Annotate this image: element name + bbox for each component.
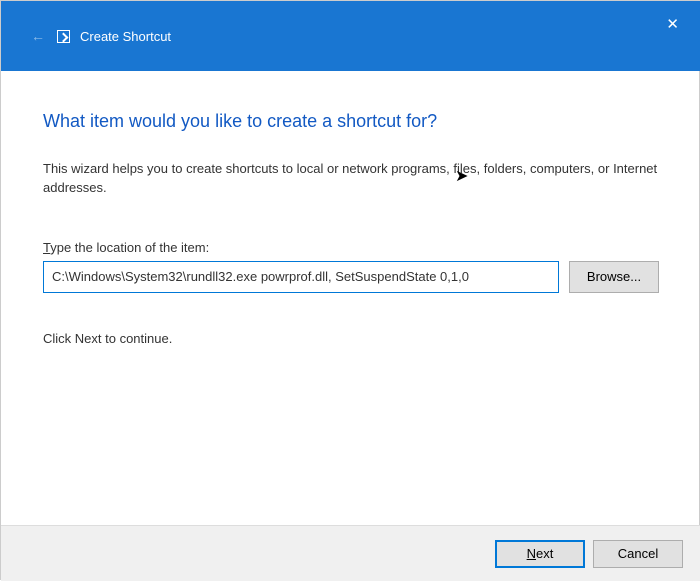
location-input[interactable] bbox=[43, 261, 559, 293]
cancel-button[interactable]: Cancel bbox=[593, 540, 683, 568]
wizard-description: This wizard helps you to create shortcut… bbox=[43, 160, 659, 198]
page-heading: What item would you like to create a sho… bbox=[43, 111, 659, 132]
footer: Next Cancel bbox=[1, 525, 700, 581]
continue-instruction: Click Next to continue. bbox=[43, 331, 659, 346]
titlebar: ← Create Shortcut ✕ bbox=[1, 1, 700, 71]
shortcut-icon bbox=[57, 30, 70, 43]
input-row: Browse... bbox=[43, 261, 659, 293]
close-button[interactable]: ✕ bbox=[658, 11, 687, 37]
browse-button[interactable]: Browse... bbox=[569, 261, 659, 293]
next-button[interactable]: Next bbox=[495, 540, 585, 568]
location-label: Type the location of the item: bbox=[43, 240, 659, 255]
content-area: What item would you like to create a sho… bbox=[1, 71, 700, 366]
back-arrow-icon: ← bbox=[31, 28, 45, 44]
window-title: Create Shortcut bbox=[80, 29, 171, 44]
